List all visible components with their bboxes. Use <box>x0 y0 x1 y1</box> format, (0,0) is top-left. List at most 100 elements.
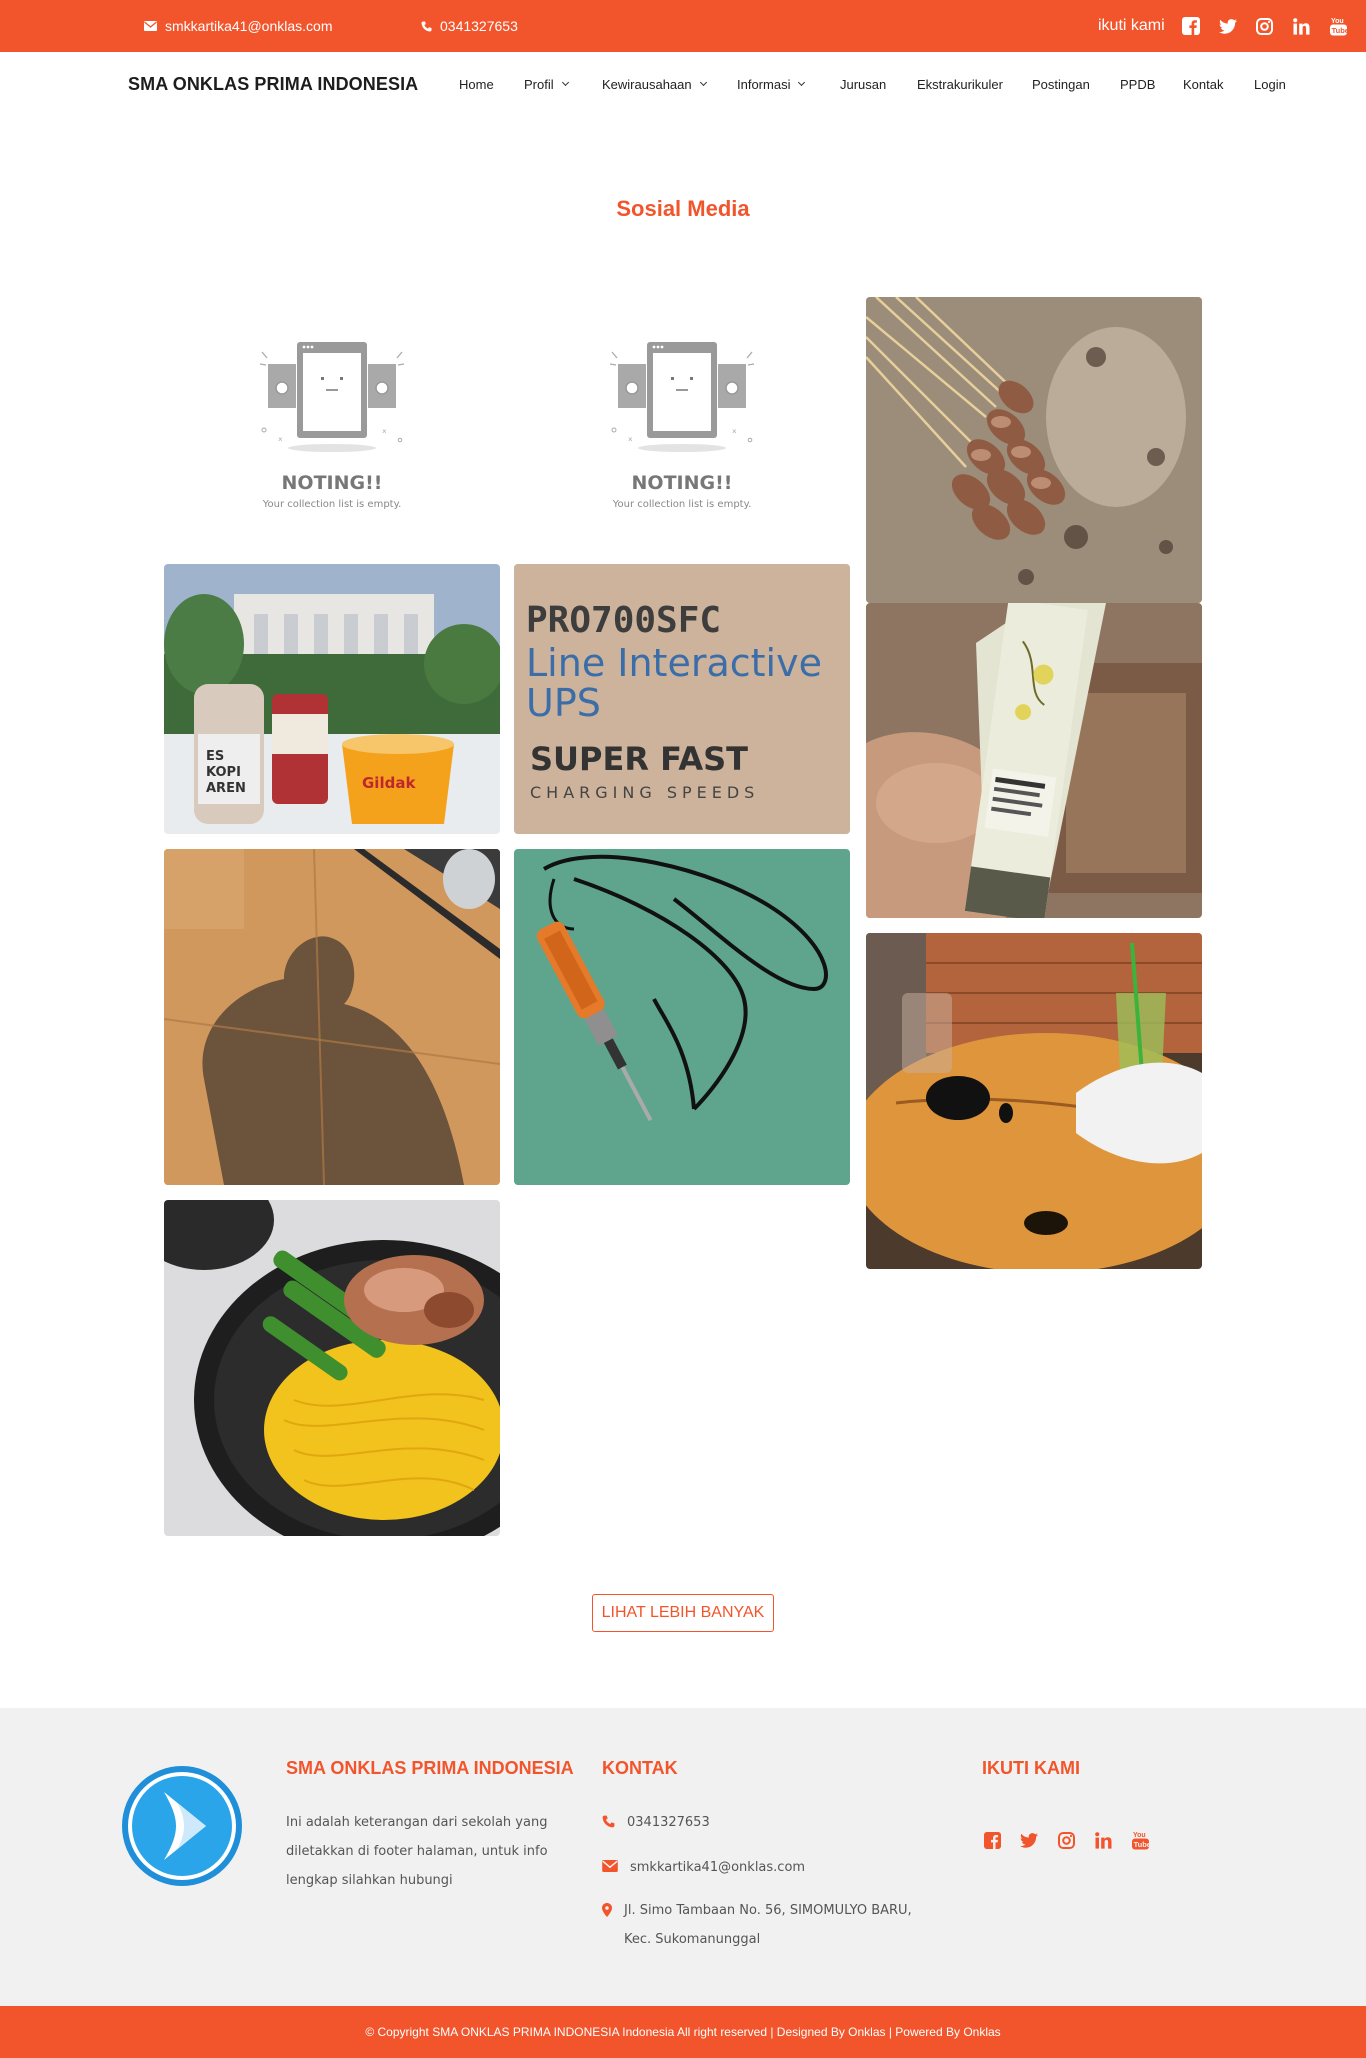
footer-follow-title: IKUTI KAMI <box>982 1758 1080 1778</box>
photo-shadow-floor[interactable] <box>164 849 500 1185</box>
ups-line-1: PRO700SFC <box>526 600 721 641</box>
empty-collection-illustration: × × <box>609 342 755 452</box>
nav-item-label: Kontak <box>1183 76 1224 92</box>
instagram-icon[interactable] <box>1056 1830 1076 1850</box>
svg-text:Tube: Tube <box>1332 26 1347 35</box>
load-more-button[interactable]: LIHAT LEBIH BANYAK <box>592 1594 774 1632</box>
drinks-image: ES KOPI AREN Gildak <box>164 564 500 834</box>
footer-address-text: Jl. Simo Tambaan No. 56, SIMOMULYO BARU,… <box>624 1903 912 1947</box>
footer-phone-text: 0341327653 <box>627 1815 710 1830</box>
chevron-down-icon <box>798 78 806 87</box>
nav-item-home[interactable]: Home <box>459 52 494 116</box>
empty-collection-illustration: × × <box>259 342 405 452</box>
footer-about-text: Ini adalah keterangan dari sekolah yang … <box>286 1815 548 1888</box>
noodles-image <box>164 1200 500 1536</box>
footer-email-text: smkkartika41@onklas.com <box>630 1860 806 1875</box>
svg-text:×: × <box>278 435 283 444</box>
satay-image <box>866 297 1202 603</box>
ups-box-image: PRO700SFC Line Interactive UPS SUPER FAS… <box>514 564 850 834</box>
copyright-bar: © Copyright SMA ONKLAS PRIMA INDONESIA I… <box>0 2006 1366 2058</box>
nav-item-jurusan[interactable]: Jurusan <box>840 52 886 116</box>
svg-text:You: You <box>1133 1832 1146 1839</box>
footer-address: Jl. Simo Tambaan No. 56, SIMOMULYO BARU,… <box>602 1896 942 1954</box>
empty-title: NOTING!! <box>281 472 383 494</box>
nav-item-label: Home <box>459 76 494 92</box>
twitter-icon[interactable] <box>1019 1830 1039 1850</box>
topbar-email[interactable]: smkkartika41@onklas.com <box>144 0 333 52</box>
nav-item-label: Postingan <box>1032 76 1090 92</box>
footer-contact-title: KONTAK <box>602 1758 678 1778</box>
facebook-icon[interactable] <box>982 1830 1002 1850</box>
nav-item-informasi[interactable]: Informasi <box>737 52 806 116</box>
photo-ups-box[interactable]: PRO700SFC Line Interactive UPS SUPER FAS… <box>514 564 850 834</box>
envelope-icon <box>144 21 157 31</box>
nav-item-label: Kewirausahaan <box>602 76 692 92</box>
youtube-icon[interactable]: You Tube <box>1329 16 1349 36</box>
nav-item-label: PPDB <box>1120 76 1156 92</box>
ups-line-2: Line Interactive <box>526 641 822 685</box>
nav-item-postingan[interactable]: Postingan <box>1032 52 1090 116</box>
chevron-down-icon <box>699 78 707 87</box>
empty-collection-card: × × NOTING!! Your collection list is emp… <box>164 296 500 556</box>
photo-cafe-table[interactable] <box>866 933 1202 1269</box>
photo-satay[interactable] <box>866 297 1202 603</box>
photo-soldering-iron[interactable] <box>514 849 850 1185</box>
empty-subtitle: Your collection list is empty. <box>262 499 402 510</box>
svg-text:×: × <box>732 427 737 436</box>
main-navbar: SMA ONKLAS PRIMA INDONESIA Home Profil K… <box>0 52 1366 116</box>
photo-body-mist[interactable] <box>866 603 1202 918</box>
ups-line-4: SUPER FAST <box>530 740 748 778</box>
phone-icon <box>421 21 432 31</box>
bottle-label-3: AREN <box>206 781 246 796</box>
footer-social-links: You Tube <box>982 1830 1167 1850</box>
nav-item-ekstrakurikuler[interactable]: Ekstrakurikuler <box>917 52 1003 116</box>
footer-email[interactable]: smkkartika41@onklas.com <box>602 1853 805 1882</box>
nav-item-label: Ekstrakurikuler <box>917 76 1003 92</box>
school-logo <box>122 1766 242 1886</box>
empty-collection-card: × × NOTING!! Your collection list is emp… <box>514 296 850 556</box>
footer-about-title: SMA ONKLAS PRIMA INDONESIA <box>286 1758 574 1778</box>
topbar-follow: ikuti kami You Tube <box>946 0 1366 52</box>
nav-item-login[interactable]: Login <box>1254 52 1286 116</box>
nav-item-kewirausahaan[interactable]: Kewirausahaan <box>602 52 707 116</box>
ups-line-3: UPS <box>526 681 601 725</box>
envelope-icon <box>602 1860 618 1872</box>
topbar-email-text: smkkartika41@onklas.com <box>165 18 333 34</box>
cup-label: Gildak <box>362 774 416 792</box>
topbar-phone[interactable]: 0341327653 <box>421 0 518 52</box>
nav-menu: Home Profil Kewirausahaan Informasi Juru… <box>436 52 1366 116</box>
body-mist-image <box>866 603 1202 918</box>
instagram-icon[interactable] <box>1255 16 1275 36</box>
soldering-iron-image <box>514 849 850 1185</box>
youtube-icon[interactable]: You Tube <box>1130 1830 1150 1850</box>
photo-noodles[interactable] <box>164 1200 500 1536</box>
svg-text:×: × <box>382 427 387 436</box>
facebook-icon[interactable] <box>1181 16 1201 36</box>
empty-subtitle: Your collection list is empty. <box>612 499 752 510</box>
photo-drinks[interactable]: ES KOPI AREN Gildak <box>164 564 500 834</box>
empty-title: NOTING!! <box>631 472 733 494</box>
footer-phone[interactable]: 0341327653 <box>602 1808 710 1837</box>
linkedin-icon[interactable] <box>1292 16 1312 36</box>
top-bar: smkkartika41@onklas.com 0341327653 ikuti… <box>0 0 1366 52</box>
topbar-phone-text: 0341327653 <box>440 18 518 34</box>
shadow-floor-image <box>164 849 500 1185</box>
map-marker-icon <box>602 1903 612 1917</box>
svg-text:Tube: Tube <box>1133 1840 1148 1849</box>
nav-item-label: Login <box>1254 76 1286 92</box>
linkedin-icon[interactable] <box>1093 1830 1113 1850</box>
site-brand[interactable]: SMA ONKLAS PRIMA INDONESIA <box>128 52 418 116</box>
phone-icon <box>602 1815 615 1828</box>
nav-item-label: Jurusan <box>840 76 887 92</box>
nav-item-label: Informasi <box>737 76 791 92</box>
nav-item-profil[interactable]: Profil <box>524 52 569 116</box>
nav-item-ppdb[interactable]: PPDB <box>1120 52 1155 116</box>
ups-line-5: CHARGING SPEEDS <box>530 783 759 802</box>
section-title: Sosial Media <box>616 196 750 221</box>
svg-text:You: You <box>1331 18 1344 25</box>
bottle-label-2: KOPI <box>206 765 241 780</box>
nav-item-kontak[interactable]: Kontak <box>1183 52 1223 116</box>
twitter-icon[interactable] <box>1218 16 1238 36</box>
follow-label: ikuti kami <box>1098 17 1165 34</box>
bottle-label-1: ES <box>206 749 224 764</box>
